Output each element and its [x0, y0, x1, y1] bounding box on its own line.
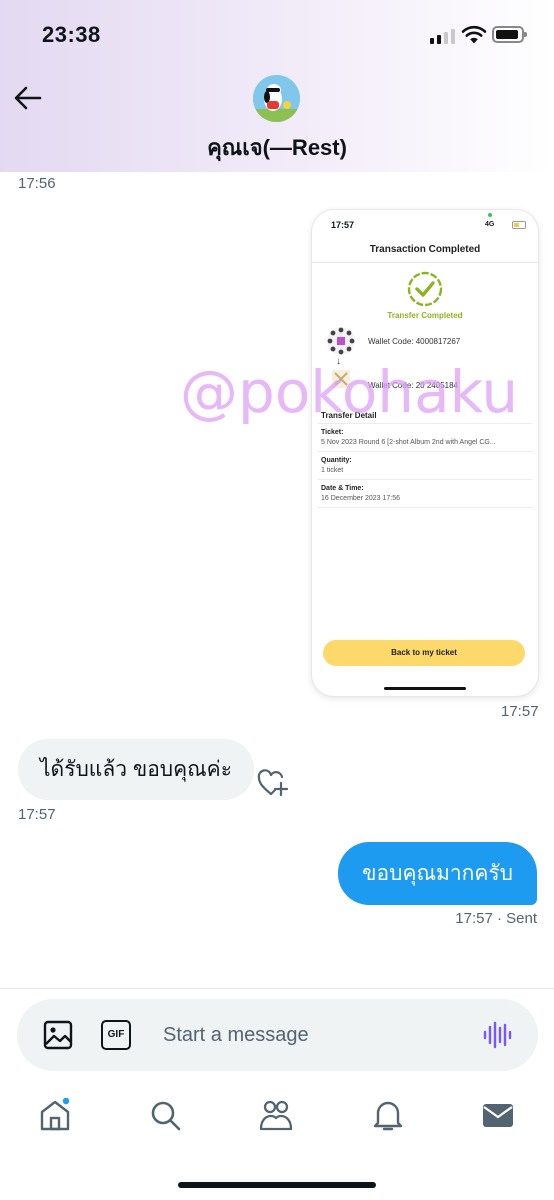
bell-icon[interactable] — [371, 1098, 405, 1132]
image-attachment[interactable]: 17:57 4G Transaction Completed Transfer … — [312, 210, 538, 696]
screenshot-title: Transaction Completed — [369, 244, 481, 255]
timestamp: 17:56 — [18, 175, 56, 192]
voice-wave-icon[interactable] — [482, 1020, 512, 1050]
status-bar: 23:38 — [0, 0, 554, 60]
timestamp: 17:57 — [501, 703, 539, 720]
home-indicator — [178, 1182, 376, 1188]
screenshot-status-time: 17:57 — [331, 220, 355, 230]
contact-name: คุณเจ(—Rest) — [207, 135, 347, 160]
communities-icon[interactable] — [259, 1098, 293, 1132]
battery-icon — [492, 26, 527, 43]
from-wallet-code: Wallet Code: 4000817267 — [368, 337, 461, 346]
avatar[interactable] — [253, 75, 300, 122]
message-input[interactable] — [163, 1016, 453, 1054]
composer-divider — [0, 988, 554, 989]
outgoing-message[interactable]: ขอบคุณมากครับ — [338, 842, 537, 905]
watermark: @pokohaku — [180, 358, 519, 426]
ticket-label: Ticket: — [321, 429, 344, 436]
gif-button[interactable]: GIF — [101, 1020, 131, 1050]
ticket-value: 5 Nov 2023 Round 6 [2-shot Album 2nd wit… — [321, 439, 496, 446]
search-icon[interactable] — [148, 1098, 182, 1132]
image-icon[interactable] — [42, 1019, 74, 1051]
home-icon[interactable] — [38, 1098, 72, 1132]
incoming-message[interactable]: ได้รับแล้ว ขอบคุณค่ะ — [18, 739, 254, 800]
divider — [318, 451, 532, 452]
screenshot-home-indicator — [384, 687, 466, 690]
wallet-avatar-icon — [327, 327, 355, 355]
message-status: 17:57 · Sent — [455, 910, 537, 927]
quantity-label: Quantity: — [321, 457, 352, 464]
screenshot-divider — [312, 262, 538, 263]
signal-icon — [430, 28, 456, 44]
back-button[interactable] — [12, 84, 46, 112]
heart-plus-icon[interactable] — [256, 768, 288, 798]
mail-icon[interactable] — [481, 1098, 515, 1132]
back-to-ticket-button: Back to my ticket — [323, 640, 525, 666]
screenshot-indicator-dot — [488, 213, 492, 217]
datetime-value: 16 December 2023 17:56 — [321, 495, 400, 502]
screenshot-battery-icon — [512, 221, 526, 229]
timestamp: 17:57 — [18, 806, 56, 823]
datetime-label: Date & Time: — [321, 485, 364, 492]
check-circle-icon — [407, 271, 443, 307]
transfer-status: Transfer Completed — [387, 311, 463, 320]
wifi-icon — [461, 25, 487, 44]
screenshot-network: 4G — [485, 221, 495, 228]
quantity-value: 1 ticket — [321, 467, 344, 474]
divider — [318, 479, 532, 480]
divider — [318, 507, 532, 508]
status-time: 23:38 — [42, 22, 101, 47]
